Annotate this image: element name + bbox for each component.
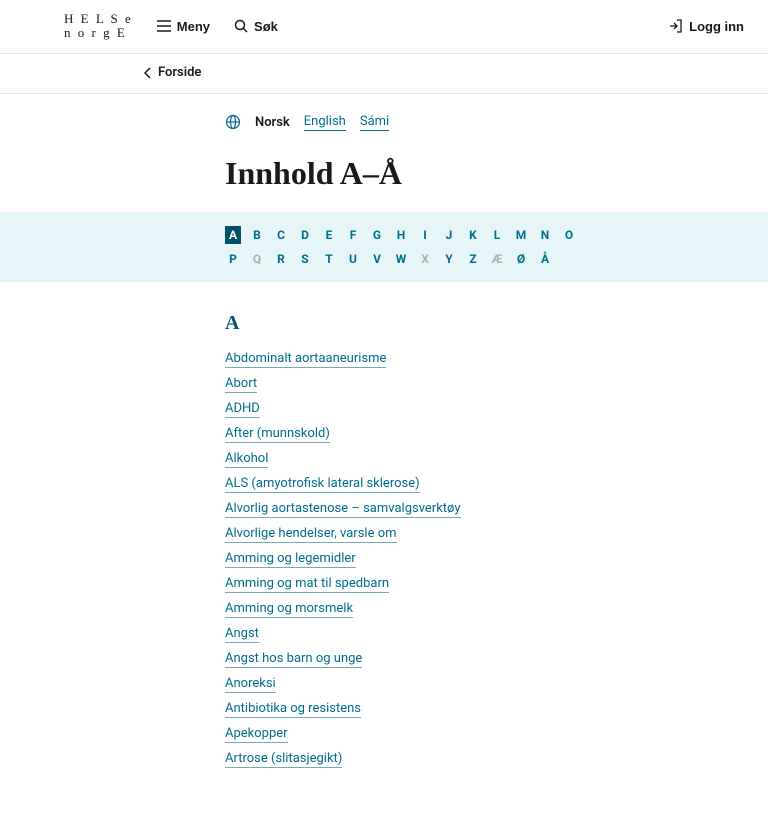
- alpha-letter-Q: Q: [249, 250, 265, 268]
- alpha-letter-H[interactable]: H: [393, 226, 409, 244]
- alpha-letter-C[interactable]: C: [273, 226, 289, 244]
- entry-link[interactable]: Alvorlige hendelser, varsle om: [225, 526, 397, 543]
- logo-line-2: n o r g E: [64, 26, 133, 40]
- entry-link[interactable]: Artrose (slitasjegikt): [225, 751, 342, 768]
- alpha-letter-U[interactable]: U: [345, 250, 361, 268]
- entry-link[interactable]: Abort: [225, 376, 257, 393]
- entry-link[interactable]: ALS (amyotrofisk lateral sklerose): [225, 476, 420, 493]
- alpha-letter-D[interactable]: D: [297, 226, 313, 244]
- login-icon: [669, 19, 683, 33]
- entry-list: Abdominalt aortaaneurisme Abort ADHD After …: [225, 351, 728, 768]
- alpha-letter-V[interactable]: V: [369, 250, 385, 268]
- entry-link[interactable]: Alkohol: [225, 451, 268, 468]
- entry-link[interactable]: Amming og morsmelk: [225, 601, 353, 618]
- alpha-letter-W[interactable]: W: [393, 250, 409, 268]
- globe-icon: [225, 114, 241, 130]
- lang-option-sami[interactable]: Sámi: [360, 114, 389, 131]
- breadcrumb-bar: Forside: [0, 54, 768, 94]
- menu-button[interactable]: Meny: [157, 19, 210, 34]
- entry-link[interactable]: Abdominalt aortaaneurisme: [225, 351, 386, 368]
- entry-link[interactable]: Anoreksi: [225, 676, 276, 693]
- alphabet-row-1: ABCDEFGHIJKLMNO: [225, 226, 768, 244]
- hamburger-icon: [157, 20, 171, 32]
- alpha-letter-K[interactable]: K: [465, 226, 481, 244]
- language-switcher: Norsk English Sámi: [225, 114, 768, 131]
- alpha-letter-S[interactable]: S: [297, 250, 313, 268]
- alpha-letter-L[interactable]: L: [489, 226, 505, 244]
- entry-link[interactable]: Amming og legemidler: [225, 551, 356, 568]
- search-icon: [234, 19, 248, 33]
- alpha-letter-R[interactable]: R: [273, 250, 289, 268]
- site-logo[interactable]: H E L S e n o r g E: [64, 12, 133, 41]
- entry-link[interactable]: After (munnskold): [225, 426, 330, 443]
- entry-link[interactable]: Amming og mat til spedbarn: [225, 576, 389, 593]
- alpha-letter-Å[interactable]: Å: [537, 250, 553, 268]
- main-content: Norsk English Sámi Innhold A–Å ABCDEFGHI…: [0, 94, 768, 816]
- breadcrumb-label: Forside: [158, 65, 201, 80]
- letter-section: A Abdominalt aortaaneurisme Abort ADHD Afte…: [225, 312, 768, 768]
- alpha-letter-T[interactable]: T: [321, 250, 337, 268]
- entry-link[interactable]: ADHD: [225, 401, 260, 418]
- lang-current: Norsk: [255, 115, 290, 130]
- alpha-letter-B[interactable]: B: [249, 226, 265, 244]
- page-title: Innhold A–Å: [225, 155, 768, 192]
- alpha-letter-M[interactable]: M: [513, 226, 529, 244]
- top-bar-left: H E L S e n o r g E Meny Søk: [64, 12, 278, 41]
- alpha-letter-E[interactable]: E: [321, 226, 337, 244]
- alpha-letter-O[interactable]: O: [561, 226, 577, 244]
- entry-link[interactable]: Angst: [225, 626, 259, 643]
- login-label: Logg inn: [689, 19, 744, 34]
- alpha-letter-A[interactable]: A: [225, 226, 241, 244]
- alpha-letter-G[interactable]: G: [369, 226, 385, 244]
- lang-option-english[interactable]: English: [304, 114, 346, 131]
- alpha-letter-N[interactable]: N: [537, 226, 553, 244]
- alpha-letter-F[interactable]: F: [345, 226, 361, 244]
- entry-link[interactable]: Angst hos barn og unge: [225, 651, 362, 668]
- logo-line-1: H E L S e: [64, 12, 133, 26]
- section-letter-heading: A: [225, 312, 728, 335]
- search-button[interactable]: Søk: [234, 19, 278, 34]
- alphabet-strip: ABCDEFGHIJKLMNO PQRSTUVWXYZÆØÅ: [0, 212, 768, 282]
- alpha-letter-Æ: Æ: [489, 250, 505, 268]
- search-label: Søk: [254, 19, 278, 34]
- alpha-letter-X: X: [417, 250, 433, 268]
- alpha-letter-J[interactable]: J: [441, 226, 457, 244]
- menu-label: Meny: [177, 19, 210, 34]
- alpha-letter-P[interactable]: P: [225, 250, 241, 268]
- entry-link[interactable]: Alvorlig aortastenose – samvalgsverktøy: [225, 501, 461, 518]
- alpha-letter-I[interactable]: I: [417, 226, 433, 244]
- top-bar: H E L S e n o r g E Meny Søk Logg inn: [0, 0, 768, 54]
- alpha-letter-Ø[interactable]: Ø: [513, 250, 529, 268]
- alphabet-row-2: PQRSTUVWXYZÆØÅ: [225, 250, 768, 268]
- entry-link[interactable]: Apekopper: [225, 726, 288, 743]
- alpha-letter-Y[interactable]: Y: [441, 250, 457, 268]
- chevron-left-icon: [144, 67, 152, 79]
- alpha-letter-Z[interactable]: Z: [465, 250, 481, 268]
- entry-link[interactable]: Antibiotika og resistens: [225, 701, 361, 718]
- login-button[interactable]: Logg inn: [669, 19, 744, 34]
- breadcrumb-back[interactable]: Forside: [144, 65, 201, 80]
